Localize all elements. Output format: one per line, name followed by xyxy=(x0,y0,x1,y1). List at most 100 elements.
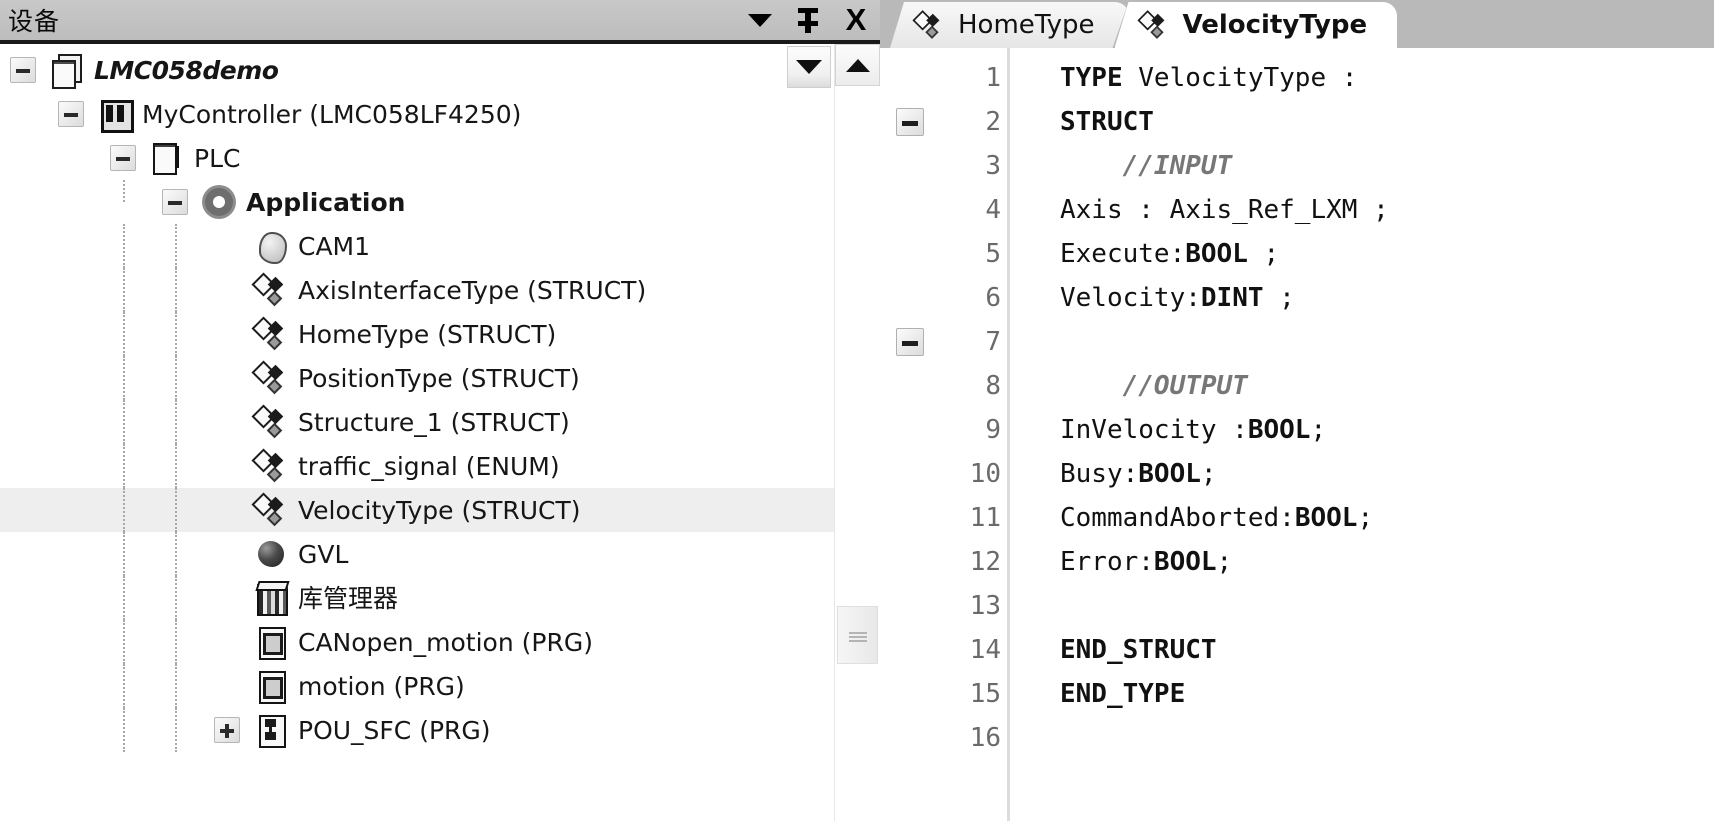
chevron-up-icon xyxy=(845,58,870,72)
fold-toggle-line-2[interactable] xyxy=(896,108,924,136)
code-datatype: BOOL xyxy=(1247,415,1311,445)
devices-panel-titlebar: 设备 X xyxy=(0,0,880,44)
code-content[interactable]: TYPE VelocityType : STRUCT //INPUT Axis : … xyxy=(1010,48,1714,821)
tree-guide-line xyxy=(123,664,125,708)
line-number: 4 xyxy=(985,195,1001,225)
line-number-gutter: 1 2 3 4 5 6 7 8 9 10 11 12 13 14 15 16 xyxy=(938,48,1010,821)
line-number: 14 xyxy=(969,635,1001,665)
collapse-icon[interactable] xyxy=(58,101,84,127)
code-line[interactable]: Velocity:DINT ; xyxy=(1060,276,1714,320)
line-number: 3 xyxy=(985,151,1001,181)
tree-vertical-scrollbar[interactable] xyxy=(834,44,880,821)
scroll-up-button[interactable] xyxy=(835,44,880,86)
tree-guide-line xyxy=(175,576,177,620)
fold-gutter[interactable] xyxy=(880,48,938,821)
tree-guide-line xyxy=(175,268,177,312)
code-line[interactable]: STRUCT xyxy=(1060,100,1714,144)
collapse-icon[interactable] xyxy=(110,145,136,171)
line-number: 15 xyxy=(969,679,1001,709)
code-line[interactable] xyxy=(1060,716,1714,760)
tree-dropdown-button[interactable] xyxy=(787,46,831,88)
code-line[interactable] xyxy=(1060,584,1714,628)
tree-guide-line xyxy=(123,620,125,664)
line-number: 16 xyxy=(969,723,1001,753)
tree-item-axisinterfacetype[interactable]: AxisInterfaceType (STRUCT) xyxy=(0,268,834,312)
code-text: Axis : Axis_Ref_LXM ; xyxy=(1060,195,1389,225)
tree-item-label: traffic_signal (ENUM) xyxy=(298,451,560,481)
code-text: ; xyxy=(1216,547,1233,577)
tree-guide-line xyxy=(123,224,125,268)
line-number: 13 xyxy=(969,591,1001,621)
code-text: ; xyxy=(1200,459,1217,489)
tree-item-mycontroller[interactable]: MyController (LMC058LF4250) xyxy=(0,92,834,136)
code-identifier: InVelocity : xyxy=(1060,415,1248,445)
tree-item-traffic_signal[interactable]: traffic_signal (ENUM) xyxy=(0,444,834,488)
tree-item-canopen_motion[interactable]: CANopen_motion (PRG) xyxy=(0,620,834,664)
tree-item-plc[interactable]: PLC xyxy=(0,136,834,180)
code-datatype: DINT xyxy=(1200,283,1264,313)
code-line[interactable]: Execute:BOOL ; xyxy=(1060,232,1714,276)
dut-icon xyxy=(254,317,288,351)
cam-icon xyxy=(254,229,288,264)
tree-item-pou_sfc[interactable]: POU_SFC (PRG) xyxy=(0,708,834,752)
fold-toggle-line-7[interactable] xyxy=(896,328,924,356)
panel-menu-button[interactable] xyxy=(736,0,784,42)
collapse-icon[interactable] xyxy=(10,57,36,83)
tree-item-gvl[interactable]: GVL xyxy=(0,532,834,576)
line-number: 11 xyxy=(969,503,1001,533)
close-icon: X xyxy=(845,1,867,37)
tree-item-lmc058demo[interactable]: LMC058demo xyxy=(0,48,834,92)
code-identifier: Busy: xyxy=(1060,459,1139,489)
panel-close-button[interactable]: X xyxy=(832,0,880,42)
code-line[interactable]: TYPE VelocityType : xyxy=(1060,56,1714,100)
line-number: 9 xyxy=(985,415,1001,445)
scrollbar-thumb[interactable] xyxy=(837,606,878,664)
code-text: ; xyxy=(1263,283,1295,313)
code-line[interactable]: CommandAborted:BOOL; xyxy=(1060,496,1714,540)
devices-panel: 设备 X LMC058demo MyController (LMC058LF425… xyxy=(0,0,880,821)
code-editor[interactable]: 1 2 3 4 5 6 7 8 9 10 11 12 13 14 15 16 TYPE VelocityTyp… xyxy=(880,48,1714,821)
plc-icon xyxy=(150,141,184,175)
code-line[interactable]: InVelocity :BOOL; xyxy=(1060,408,1714,452)
collapse-icon[interactable] xyxy=(162,189,188,215)
code-line[interactable]: Axis : Axis_Ref_LXM ; xyxy=(1060,188,1714,232)
library-icon xyxy=(254,581,288,616)
tree-guide-line xyxy=(123,708,125,752)
code-comment: //INPUT xyxy=(1060,151,1233,181)
code-keyword: END_TYPE xyxy=(1060,679,1186,709)
tree-guide-line xyxy=(175,400,177,444)
program-icon xyxy=(254,625,288,660)
editor-tabstrip: HomeType VelocityType xyxy=(880,0,1714,48)
tree-item-[interactable]: 库管理器 xyxy=(0,576,834,620)
scrollbar-track[interactable] xyxy=(835,86,880,821)
dut-icon xyxy=(254,361,288,395)
editor-tab-hometype[interactable]: HomeType xyxy=(890,2,1129,48)
tree-item-cam1[interactable]: CAM1 xyxy=(0,224,834,268)
code-text: VelocityType : xyxy=(1122,63,1358,93)
tree-item-positiontype[interactable]: PositionType (STRUCT) xyxy=(0,356,834,400)
editor-tab-velocitytype[interactable]: VelocityType xyxy=(1114,2,1398,48)
expand-icon[interactable] xyxy=(214,717,240,743)
code-line[interactable] xyxy=(1060,320,1714,364)
dut-icon xyxy=(254,493,288,527)
code-line[interactable]: END_STRUCT xyxy=(1060,628,1714,672)
panel-pin-button[interactable] xyxy=(784,0,832,42)
code-line[interactable]: END_TYPE xyxy=(1060,672,1714,716)
code-line[interactable]: //OUTPUT xyxy=(1060,364,1714,408)
tree-item-structure_1[interactable]: Structure_1 (STRUCT) xyxy=(0,400,834,444)
tree-item-label: MyController (LMC058LF4250) xyxy=(142,99,522,129)
code-line[interactable]: Error:BOOL; xyxy=(1060,540,1714,584)
code-line[interactable]: Busy:BOOL; xyxy=(1060,452,1714,496)
line-number: 6 xyxy=(985,283,1001,313)
line-number: 10 xyxy=(969,459,1001,489)
code-keyword: STRUCT xyxy=(1060,107,1154,137)
tree-item-application[interactable]: Application xyxy=(0,180,834,224)
line-number: 8 xyxy=(985,371,1001,401)
device-tree[interactable]: LMC058demo MyController (LMC058LF4250) PLC… xyxy=(0,44,834,821)
tree-item-hometype[interactable]: HomeType (STRUCT) xyxy=(0,312,834,356)
tree-item-motion[interactable]: motion (PRG) xyxy=(0,664,834,708)
tree-item-velocitytype[interactable]: VelocityType (STRUCT) xyxy=(0,488,834,532)
gear-icon xyxy=(202,185,236,219)
code-line[interactable]: //INPUT xyxy=(1060,144,1714,188)
line-number: 5 xyxy=(985,239,1001,269)
